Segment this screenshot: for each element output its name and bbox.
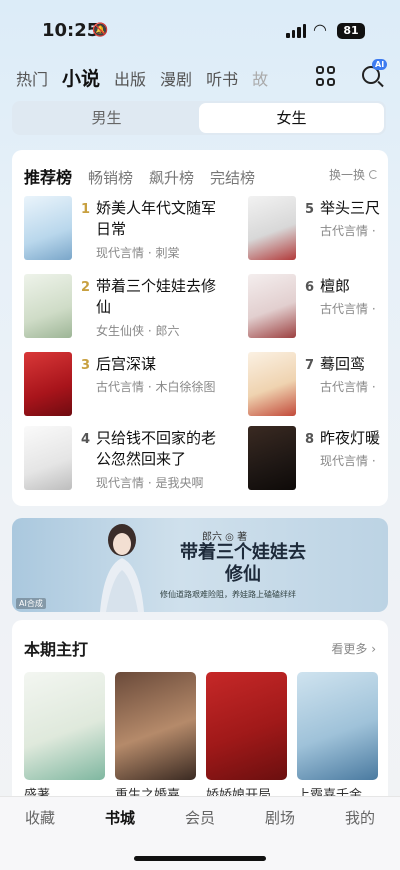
gender-female-option[interactable]: 女生 [199,103,384,133]
book-cover [248,196,296,260]
book-meta: 古代言情 · [320,224,376,238]
tab-recommend-rank[interactable]: 推荐榜 [24,164,72,188]
book-cover [248,274,296,338]
rank-number: 7 [305,358,315,373]
featured-covers [24,672,378,780]
status-time: 10:25 [42,20,100,41]
ranking-item[interactable]: 6 檀郎 古代言情 · [248,274,388,344]
book-meta: 现代言情 · 刺棠 [96,246,180,260]
tab-profile[interactable]: 我的 [330,807,390,828]
rank-number: 4 [81,432,91,447]
top-nav: 热门 小说 出版 漫剧 听书 故 AI [0,59,400,96]
tab-bookstore[interactable]: 书城 [90,807,150,828]
status-bar: 10:25 🔕 ◠ 81 [0,0,400,52]
book-cover [24,196,72,260]
promo-banner[interactable]: 郎六 ◎ 著 带着三个娃娃去修仙 修仙道路艰难险阻，养娃路上磕磕绊绊 AI合成 [12,518,388,612]
featured-book-cover[interactable] [297,672,378,780]
ranking-tabs: 推荐榜 畅销榜 飙升榜 完结榜 [24,164,255,188]
ai-generated-tag: AI合成 [16,598,46,609]
book-meta: 古代言情 · [320,380,376,394]
banner-illustration [100,524,144,612]
book-cover [248,352,296,416]
featured-book-cover[interactable] [115,672,196,780]
tab-bestseller-rank[interactable]: 畅销榜 [88,167,133,188]
book-title: 昨夜灯暖 [320,429,381,447]
featured-book-cover[interactable] [206,672,287,780]
tab-membership[interactable]: 会员 [170,807,230,828]
channel-tabs: 热门 小说 出版 漫剧 听书 故 [16,64,268,91]
see-more-label: 看更多 [331,642,368,656]
book-cover [248,426,296,490]
tab-novel[interactable]: 小说 [62,64,100,91]
mute-bell-icon: 🔕 [92,23,109,38]
ranking-item[interactable]: 8 昨夜灯暖 现代言情 · [248,426,388,496]
tab-completed-rank[interactable]: 完结榜 [210,167,255,188]
ranking-item[interactable]: 3 后宫深谋 古代言情 · 木白徐徐图 [24,352,254,422]
tab-bookshelf[interactable]: 收藏 [10,807,70,828]
tab-hot[interactable]: 热门 [16,66,48,90]
book-title: 蓦回鸾 [320,355,366,373]
book-meta: 现代言情 · [320,454,376,468]
battery-icon: 81 [337,23,365,39]
ai-badge: AI [372,59,388,70]
banner-title: 带着三个娃娃去修仙 [180,542,306,585]
ranking-item[interactable]: 7 蓦回鸾 古代言情 · [248,352,388,422]
book-cover [24,274,72,338]
gender-toggle: 男生 女生 [12,101,386,135]
rank-number: 2 [81,280,91,295]
tab-rising-rank[interactable]: 飙升榜 [149,167,194,188]
banner-subtitle: 修仙道路艰难险阻，养娃路上磕磕绊绊 [160,590,296,599]
rank-number: 8 [305,432,315,447]
gender-male-option[interactable]: 男生 [14,103,199,133]
refresh-icon [369,170,378,179]
book-title: 后宫深谋 [96,355,157,373]
rank-number: 1 [81,202,91,217]
refresh-button[interactable]: 换一换 [329,166,378,183]
book-title: 举头三尺 [320,199,381,217]
tab-publish[interactable]: 出版 [114,66,146,90]
tab-theater[interactable]: 剧场 [250,807,310,828]
see-more-link[interactable]: 看更多 › [331,640,376,657]
ranking-item[interactable]: 5 举头三尺 古代言情 · [248,196,388,266]
book-meta: 古代言情 · [320,302,376,316]
cellular-signal-icon [286,24,306,38]
tab-audiobook[interactable]: 听书 [206,66,238,90]
tab-short-drama[interactable]: 漫剧 [160,66,192,90]
book-title: 檀郎 [320,277,351,295]
featured-section: 本期主打 看更多 › 盛著 重生之婚嘉 娇娇娘开局 上霸喜千金 [12,620,388,800]
ranking-item[interactable]: 4 只给钱不回家的老公忽然回来了 现代言情 · 是我央啊 [24,426,254,496]
ranking-item[interactable]: 1 娇美人年代文随军日常 现代言情 · 刺棠 [24,196,254,266]
book-cover [24,426,72,490]
section-title: 本期主打 [24,640,89,659]
featured-book-cover[interactable] [24,672,105,780]
book-title: 带着三个娃娃去修仙 [96,277,217,316]
book-cover [24,352,72,416]
ranking-item[interactable]: 2 带着三个娃娃去修仙 女生仙侠 · 郎六 [24,274,254,344]
book-title: 只给钱不回家的老公忽然回来了 [96,429,217,468]
refresh-label: 换一换 [328,168,365,182]
banner-author: 郎六 ◎ 著 [202,532,248,543]
tab-story[interactable]: 故 [252,66,268,90]
rank-number: 5 [305,202,315,217]
book-meta: 古代言情 · 木白徐徐图 [96,380,216,394]
rank-number: 6 [305,280,315,295]
wifi-icon: ◠ [313,20,327,39]
book-meta: 现代言情 · 是我央啊 [96,476,204,490]
category-grid-icon[interactable] [316,66,336,86]
home-indicator [134,856,266,861]
book-title: 娇美人年代文随军日常 [96,199,217,238]
rank-number: 3 [81,358,91,373]
ranking-card: 推荐榜 畅销榜 飙升榜 完结榜 换一换 1 娇美人年代文随军日常 现代言情 · … [12,150,388,506]
book-meta: 女生仙侠 · 郎六 [96,324,180,338]
